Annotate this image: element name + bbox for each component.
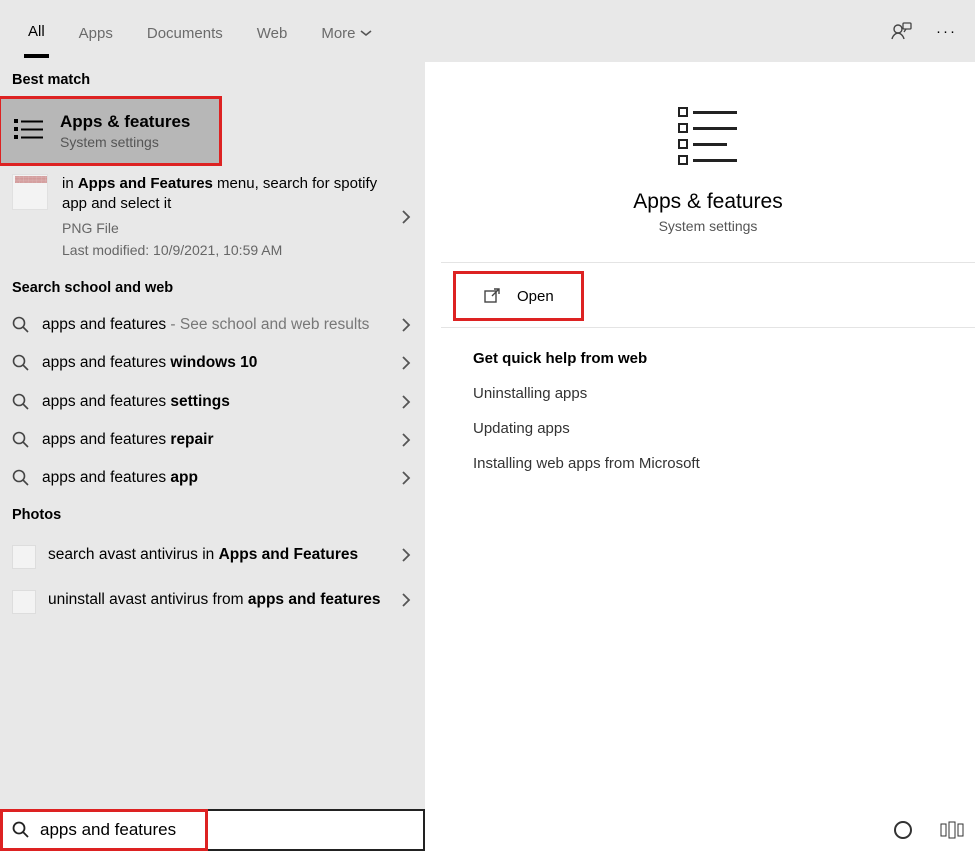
search-icon <box>12 469 30 487</box>
chevron-right-icon <box>401 470 411 486</box>
topbar-right: ··· <box>890 20 957 42</box>
search-icon <box>12 354 30 372</box>
web-result-prefix: apps and features <box>42 354 170 371</box>
section-search-web: Search school and web <box>0 270 425 306</box>
search-input[interactable] <box>40 811 423 849</box>
web-result-bold: settings <box>170 393 229 410</box>
chevron-right-icon <box>401 394 411 410</box>
best-match-result[interactable]: Apps & features System settings <box>0 98 220 164</box>
web-result-prefix: apps and features <box>42 469 170 486</box>
search-bar[interactable] <box>0 809 425 851</box>
photo-result-0[interactable]: search avast antivirus in Apps and Featu… <box>0 533 425 578</box>
web-result-3[interactable]: apps and features repair <box>0 421 425 459</box>
search-icon <box>12 431 30 449</box>
section-best-match: Best match <box>0 62 425 98</box>
topbar: All Apps Documents Web More ··· <box>0 0 975 62</box>
web-result-suffix: - See school and web results <box>166 316 369 333</box>
tab-documents[interactable]: Documents <box>143 7 227 56</box>
search-icon <box>12 316 30 334</box>
chevron-right-icon <box>401 592 411 608</box>
web-result-4[interactable]: apps and features app <box>0 459 425 497</box>
file-thumb-icon: ▓▓▓▓▓▓▓▓▓▓▓▓ <box>12 174 48 210</box>
more-options-icon[interactable]: ··· <box>936 23 957 40</box>
best-match-subtitle: System settings <box>60 134 190 150</box>
file-result-type: PNG File <box>62 219 385 238</box>
tab-more[interactable]: More <box>317 7 375 56</box>
cortana-icon[interactable] <box>892 814 914 846</box>
web-result-prefix: apps and features <box>42 316 166 333</box>
photo-result-pre: uninstall avast antivirus from <box>48 591 248 608</box>
taskbar <box>882 809 975 851</box>
web-result-bold: app <box>170 469 198 486</box>
search-tabs: All Apps Documents Web More <box>24 5 376 58</box>
photo-result-pre: search avast antivirus in <box>48 546 219 563</box>
chevron-right-icon <box>401 432 411 448</box>
photo-result-bold: Apps and Features <box>219 546 359 563</box>
tab-web[interactable]: Web <box>253 7 292 56</box>
search-icon <box>12 393 30 411</box>
help-heading: Get quick help from web <box>473 350 943 367</box>
web-result-1[interactable]: apps and features windows 10 <box>0 344 425 382</box>
tab-all[interactable]: All <box>24 5 49 58</box>
tab-more-label: More <box>321 25 355 42</box>
apps-features-icon <box>12 114 46 148</box>
web-result-2[interactable]: apps and features settings <box>0 383 425 421</box>
help-link-uninstalling[interactable]: Uninstalling apps <box>473 385 943 402</box>
help-link-installing[interactable]: Installing web apps from Microsoft <box>473 455 943 472</box>
file-result-text-pre: in <box>62 175 78 192</box>
photo-thumb-icon <box>12 590 36 614</box>
photo-result-1[interactable]: uninstall avast antivirus from apps and … <box>0 578 425 623</box>
details-panel: Apps & features System settings Open Get… <box>441 62 975 851</box>
chevron-down-icon <box>360 27 372 39</box>
apps-features-large-icon <box>669 98 747 176</box>
task-view-icon[interactable] <box>940 814 964 846</box>
web-result-prefix: apps and features <box>42 431 170 448</box>
photo-result-bold: apps and features <box>248 591 381 608</box>
chevron-right-icon <box>401 547 411 563</box>
open-label: Open <box>517 288 554 305</box>
chevron-right-icon <box>401 209 411 225</box>
open-icon <box>483 287 501 305</box>
feedback-icon[interactable] <box>890 20 912 42</box>
section-photos: Photos <box>0 497 425 533</box>
web-result-prefix: apps and features <box>42 393 170 410</box>
details-title: Apps & features <box>633 190 782 214</box>
search-icon <box>12 821 30 839</box>
web-result-bold: windows 10 <box>170 354 257 371</box>
results-panel: Best match Apps & features System settin… <box>0 62 425 851</box>
open-button[interactable]: Open <box>455 273 582 319</box>
search-bar-wrap <box>0 809 425 851</box>
help-link-updating[interactable]: Updating apps <box>473 420 943 437</box>
file-result-modified: Last modified: 10/9/2021, 10:59 AM <box>62 241 385 260</box>
tab-apps[interactable]: Apps <box>75 7 117 56</box>
photo-thumb-icon <box>12 545 36 569</box>
details-subtitle: System settings <box>659 218 758 234</box>
web-result-bold: repair <box>170 431 213 448</box>
file-result-text-bold: Apps and Features <box>78 175 213 192</box>
file-result[interactable]: ▓▓▓▓▓▓▓▓▓▓▓▓ in Apps and Features menu, … <box>0 164 425 270</box>
best-match-title: Apps & features <box>60 112 190 132</box>
chevron-right-icon <box>401 355 411 371</box>
chevron-right-icon <box>401 317 411 333</box>
web-result-0[interactable]: apps and features - See school and web r… <box>0 306 425 344</box>
